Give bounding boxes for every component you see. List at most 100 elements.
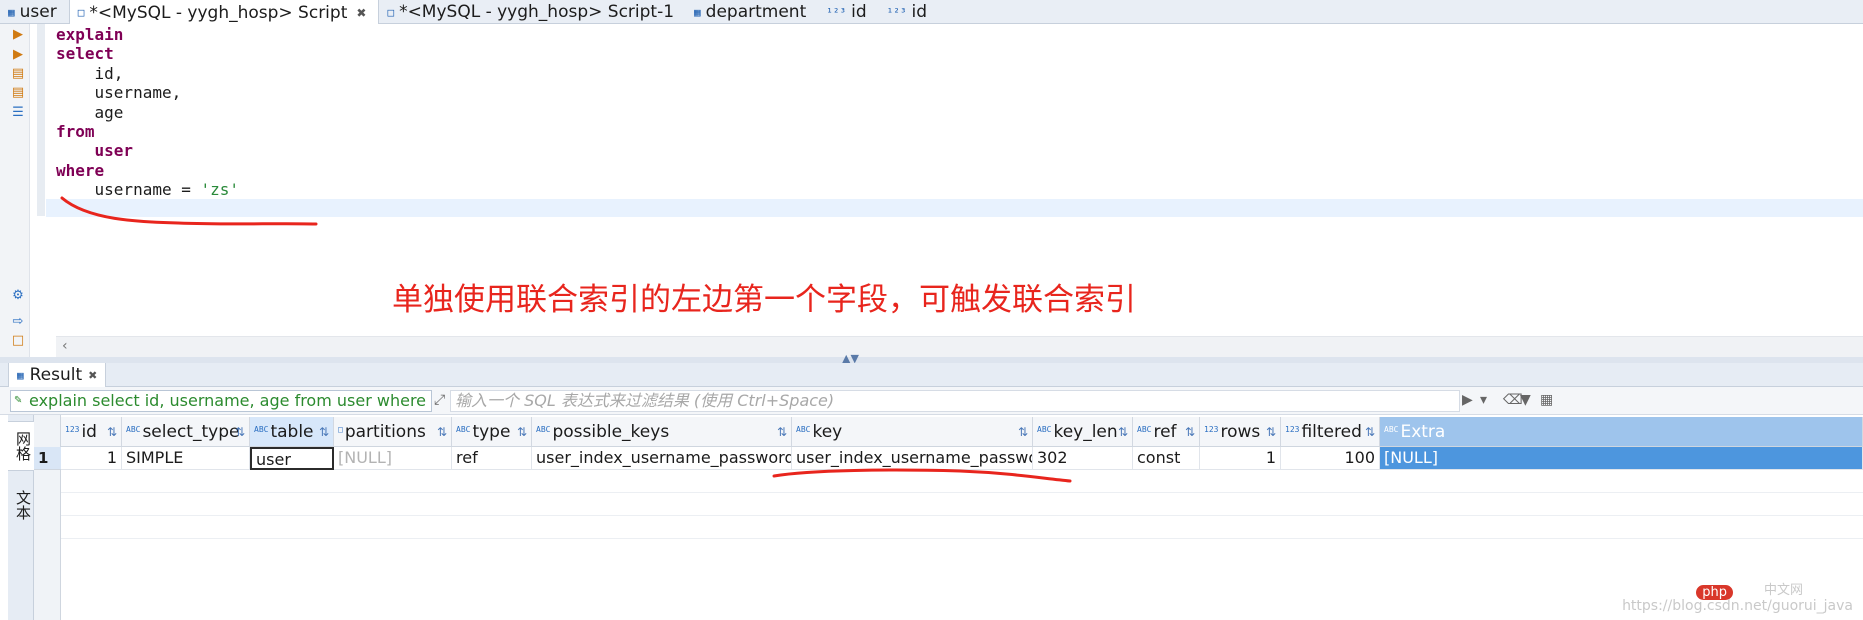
- column-label: rows: [1220, 422, 1261, 442]
- sql-icon: ✎: [14, 395, 23, 406]
- sort-filter-icon[interactable]: ⇅: [437, 417, 447, 446]
- cell-type[interactable]: ref: [452, 447, 532, 470]
- table-icon: ▦: [8, 5, 15, 19]
- tab-user-table[interactable]: ▦ user: [0, 0, 69, 24]
- cell-table[interactable]: user: [250, 447, 334, 470]
- filter-expression-input[interactable]: 输入一个 SQL 表达式来过滤结果 (使用 Ctrl+Space): [450, 390, 1460, 412]
- tab-id-column[interactable]: ¹²³ id: [818, 0, 878, 24]
- column-header-id[interactable]: 123 id ⇅: [61, 417, 122, 447]
- code-line: id,: [56, 63, 124, 83]
- annotation-text: 单独使用联合索引的左边第一个字段，可触发联合索引: [392, 282, 1136, 318]
- cell-id[interactable]: 1: [61, 447, 122, 470]
- keyword-from: from: [56, 122, 95, 142]
- execute-in-new-tab-icon[interactable]: ▶: [11, 48, 25, 62]
- text-type-icon: ABC: [1137, 425, 1152, 434]
- code-line: username,: [56, 83, 182, 103]
- cell-filtered[interactable]: 100: [1281, 447, 1380, 470]
- column-header-partitions[interactable]: □ partitions ⇅: [334, 417, 452, 447]
- tab-label: id: [851, 2, 867, 22]
- column-header-filtered[interactable]: 123 filtered ⇅: [1281, 417, 1380, 447]
- column-header-possible-keys[interactable]: ABC possible_keys ⇅: [532, 417, 792, 447]
- sort-filter-icon[interactable]: ⇅: [1365, 417, 1375, 446]
- column-header-type[interactable]: ABC type ⇅: [452, 417, 532, 447]
- execute-script-icon[interactable]: ▤: [11, 67, 25, 81]
- numeric-type-icon: 123: [65, 425, 80, 434]
- expand-icon[interactable]: ⤢: [434, 392, 445, 408]
- column-header-ref[interactable]: ABC ref ⇅: [1133, 417, 1200, 447]
- tab-label: id: [911, 2, 928, 22]
- tab-id-column-2[interactable]: ¹²³ id: [879, 0, 939, 24]
- editor-tab-bar: ▦ user □ *<MySQL - yygh_hosp> Script ✖ □…: [0, 0, 1863, 25]
- script-icon: □: [77, 6, 85, 19]
- column-header-table[interactable]: ABC table ⇅: [250, 417, 334, 447]
- filter-settings-icon[interactable]: ▼: [1520, 392, 1531, 408]
- apply-filter-icon[interactable]: ▶: [1462, 392, 1473, 408]
- tab-grid-view[interactable]: 网格: [8, 421, 34, 471]
- tab-result[interactable]: ▦ Result ✖: [8, 363, 107, 387]
- result-filter-bar: ✎ explain select id, username, age from …: [0, 387, 1863, 415]
- sort-filter-icon[interactable]: ⇅: [517, 417, 527, 446]
- row-number-column: 1: [34, 415, 61, 620]
- sort-filter-icon[interactable]: ⇅: [1266, 417, 1276, 446]
- tab-label: department: [705, 2, 807, 22]
- column-header-rows[interactable]: 123 rows ⇅: [1200, 417, 1281, 447]
- tab-label: Result: [29, 365, 83, 385]
- horizontal-scrollbar[interactable]: ‹: [56, 336, 1863, 357]
- tab-department-table[interactable]: ▦ department: [686, 0, 818, 24]
- column-header-key[interactable]: ABC key ⇅: [792, 417, 1033, 447]
- keyword-explain: explain: [56, 25, 124, 44]
- text-type-icon: ABC: [456, 425, 471, 434]
- column-label: id: [81, 422, 97, 442]
- document-icon[interactable]: □: [11, 334, 25, 348]
- numeric-column-icon: ¹²³: [826, 5, 847, 19]
- tab-text-view[interactable]: 文本: [8, 485, 34, 525]
- tab-script[interactable]: □ *<MySQL - yygh_hosp> Script ✖: [68, 0, 380, 25]
- execute-statement-icon[interactable]: ▶: [11, 28, 25, 42]
- sort-filter-icon[interactable]: ⇅: [235, 417, 245, 446]
- php-site-label: 中文网: [1763, 583, 1803, 598]
- text-type-icon: ABC: [536, 425, 551, 434]
- tab-label: *<MySQL - yygh_hosp> Script: [89, 2, 348, 23]
- export-icon[interactable]: ⇨: [11, 315, 25, 329]
- cell-ref[interactable]: const: [1133, 447, 1200, 470]
- cell-partitions[interactable]: [NULL]: [334, 447, 452, 470]
- close-icon[interactable]: ✖: [88, 369, 97, 382]
- sql-editor[interactable]: ▶ ▶ ▤ ▤ ☰ ⚙ ⇨ □ explain select id, usern…: [0, 24, 1863, 357]
- tab-script-1[interactable]: □ *<MySQL - yygh_hosp> Script-1: [379, 0, 686, 24]
- column-header-select-type[interactable]: ABC select_type ⇅: [122, 417, 250, 447]
- explain-plan-icon[interactable]: ☰: [11, 106, 25, 120]
- table-name-user: user: [56, 141, 134, 161]
- sql-code[interactable]: explain select id, username, age from us…: [56, 25, 239, 200]
- close-icon[interactable]: ✖: [356, 6, 366, 20]
- query-text-field[interactable]: ✎ explain select id, username, age from …: [10, 390, 432, 412]
- sort-filter-icon[interactable]: ⇅: [1118, 417, 1128, 446]
- sort-filter-icon[interactable]: ⇅: [1018, 417, 1028, 446]
- execute-script-new-tab-icon[interactable]: ▤: [11, 86, 25, 100]
- result-grid[interactable]: 1 123 id ⇅ ABC select_type ⇅ ABC table ⇅ □ part…: [34, 415, 1863, 620]
- save-filter-icon[interactable]: ▦: [1540, 392, 1553, 408]
- chevron-left-icon[interactable]: ‹: [62, 338, 68, 354]
- code-line: explain: [56, 25, 123, 44]
- tab-label: user: [19, 2, 57, 22]
- sort-filter-icon[interactable]: ⇅: [107, 417, 117, 446]
- sort-filter-icon[interactable]: ⇅: [1185, 417, 1195, 446]
- settings-icon[interactable]: ⚙: [11, 289, 25, 303]
- editor-toolbar: ▶ ▶ ▤ ▤ ☰ ⚙ ⇨ □: [0, 24, 30, 357]
- cell-extra[interactable]: [NULL]: [1380, 447, 1863, 470]
- sort-filter-icon[interactable]: ⇅: [777, 417, 787, 446]
- code-line: user: [56, 141, 134, 161]
- tab-label: *<MySQL - yygh_hosp> Script-1: [399, 2, 675, 22]
- column-label: key_len: [1053, 422, 1118, 442]
- text-type-icon: ABC: [254, 425, 269, 434]
- row-number[interactable]: 1: [34, 447, 61, 470]
- column-label: table: [270, 422, 314, 442]
- column-header-key-len[interactable]: ABC key_len ⇅: [1033, 417, 1133, 447]
- cell-rows[interactable]: 1: [1200, 447, 1281, 470]
- cell-possible-keys[interactable]: user_index_username_password: [532, 447, 792, 470]
- filter-history-dropdown-icon[interactable]: ▾: [1480, 392, 1487, 408]
- code-line: select: [56, 44, 114, 63]
- sort-filter-icon[interactable]: ⇅: [319, 417, 329, 446]
- column-header-extra[interactable]: ABC Extra: [1380, 417, 1863, 447]
- numeric-type-icon: 123: [1204, 425, 1219, 434]
- cell-select-type[interactable]: SIMPLE: [122, 447, 250, 470]
